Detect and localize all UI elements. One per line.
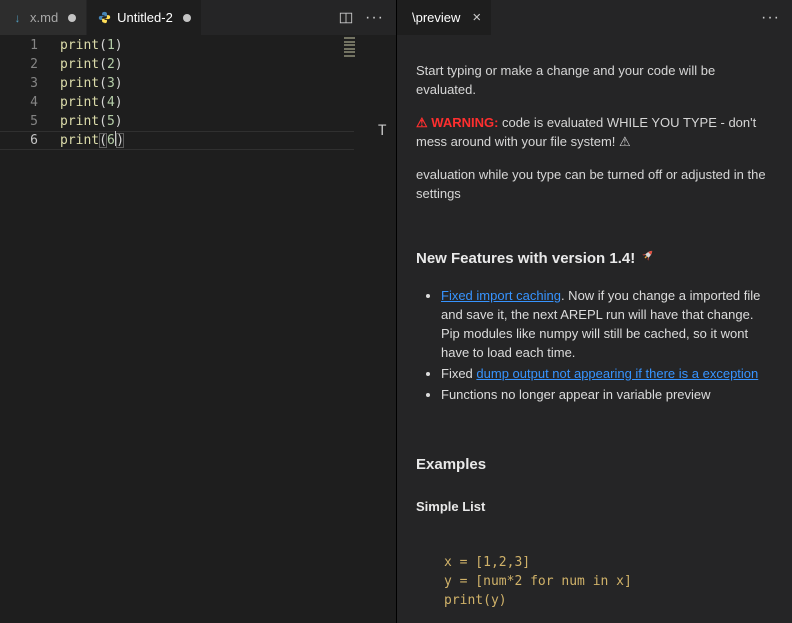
intro-text: Start typing or make a change and your c… — [416, 63, 716, 97]
code-text: print(5) — [60, 114, 123, 129]
line-number[interactable]: 3 — [0, 74, 38, 93]
minimap-line — [344, 54, 355, 57]
modified-dot-icon[interactable] — [68, 13, 77, 22]
markdown-icon: ↓ — [14, 10, 21, 25]
modified-dot-icon[interactable] — [182, 13, 191, 22]
minimap-line — [344, 51, 355, 53]
tab-x-md[interactable]: ↓ x.md — [0, 0, 88, 35]
code-text: print(2) — [60, 57, 123, 72]
minimap-line — [344, 37, 355, 39]
left-tab-bar: ↓ x.md Untitled-2 ··· — [0, 0, 396, 35]
editor-actions: ··· — [339, 0, 396, 35]
editor-line[interactable]: 6 print(6) — [0, 131, 354, 150]
preview-tab-bar: \preview × ··· — [397, 0, 792, 35]
code-line: y = [num*2 for num in x] — [444, 574, 632, 590]
tab-label: Untitled-2 — [117, 10, 173, 25]
editor-line[interactable]: 2 print(2) — [0, 55, 354, 74]
tab-preview[interactable]: \preview × — [397, 0, 493, 35]
line-number[interactable]: 1 — [0, 36, 38, 55]
code-editor[interactable]: 1 print(1) 2 print(2) 3 print(3) 4 print(4) 5 pri… — [0, 35, 396, 623]
preview-actions: ··· — [761, 0, 792, 35]
example-code-block: x = [1,2,3] y = [num*2 for num in x] print… — [444, 553, 770, 610]
feature-item: Fixed dump output not appearing if there… — [441, 365, 770, 384]
minimap-line — [344, 47, 355, 50]
editor-lines: 1 print(1) 2 print(2) 3 print(3) 4 print(4) 5 pri… — [0, 36, 396, 150]
more-actions-icon[interactable]: ··· — [365, 9, 384, 26]
feature-item: Functions no longer appear in variable p… — [441, 386, 770, 405]
rocket-icon — [640, 248, 655, 270]
line-number[interactable]: 2 — [0, 55, 38, 74]
editor-group-right: \preview × ··· Start typing or make a ch… — [396, 0, 792, 623]
simple-list-heading: Simple List — [416, 499, 486, 515]
feature-link[interactable]: dump output not appearing if there is a … — [476, 366, 758, 381]
tab-label: \preview — [412, 10, 461, 25]
features-heading-text: New Features with version 1.4! — [416, 249, 636, 267]
editor-group-left: ↓ x.md Untitled-2 ··· 1 print(1) 2 print… — [0, 0, 396, 623]
arepl-preview-panel: Start typing or make a change and your c… — [397, 35, 792, 610]
code-text: print(3) — [60, 76, 123, 91]
minimap[interactable] — [342, 37, 357, 58]
settings-note: evaluation while you type can be turned … — [416, 166, 766, 201]
editor-line[interactable]: 5 print(5) — [0, 112, 354, 131]
examples-heading: Examples — [416, 455, 487, 473]
line-number[interactable]: 4 — [0, 93, 38, 112]
line-number[interactable]: 5 — [0, 112, 38, 131]
code-text: print(1) — [60, 38, 123, 53]
minimap-line — [344, 44, 355, 46]
close-icon[interactable]: × — [472, 10, 481, 25]
warning-label: ⚠ WARNING: — [416, 114, 499, 130]
vscode-workbench: ↓ x.md Untitled-2 ··· 1 print(1) 2 print… — [0, 0, 792, 623]
feature-item: Fixed import caching. Now if you change … — [441, 287, 770, 363]
code-line: print(y) — [444, 593, 507, 609]
features-list: Fixed import caching. Now if you change … — [416, 287, 770, 405]
code-line: x = [1,2,3] — [444, 555, 531, 571]
features-heading: New Features with version 1.4! — [416, 248, 770, 270]
code-text: print(6) — [60, 131, 125, 148]
line-number[interactable]: 6 — [0, 131, 38, 150]
python-icon — [97, 10, 112, 25]
stray-text: T — [378, 123, 387, 139]
editor-line[interactable]: 4 print(4) — [0, 93, 354, 112]
editor-line[interactable]: 3 print(3) — [0, 74, 354, 93]
tab-untitled-2[interactable]: Untitled-2 — [87, 0, 202, 35]
tab-label: x.md — [30, 10, 59, 25]
warning-text: ⚠ WARNING: code is evaluated WHILE YOU T… — [416, 114, 770, 152]
split-editor-icon[interactable] — [339, 11, 353, 25]
minimap-line — [344, 40, 355, 43]
code-text: print(4) — [60, 95, 123, 110]
more-actions-icon[interactable]: ··· — [761, 9, 780, 26]
editor-line[interactable]: 1 print(1) — [0, 36, 354, 55]
feature-link[interactable]: Fixed import caching — [441, 288, 561, 303]
